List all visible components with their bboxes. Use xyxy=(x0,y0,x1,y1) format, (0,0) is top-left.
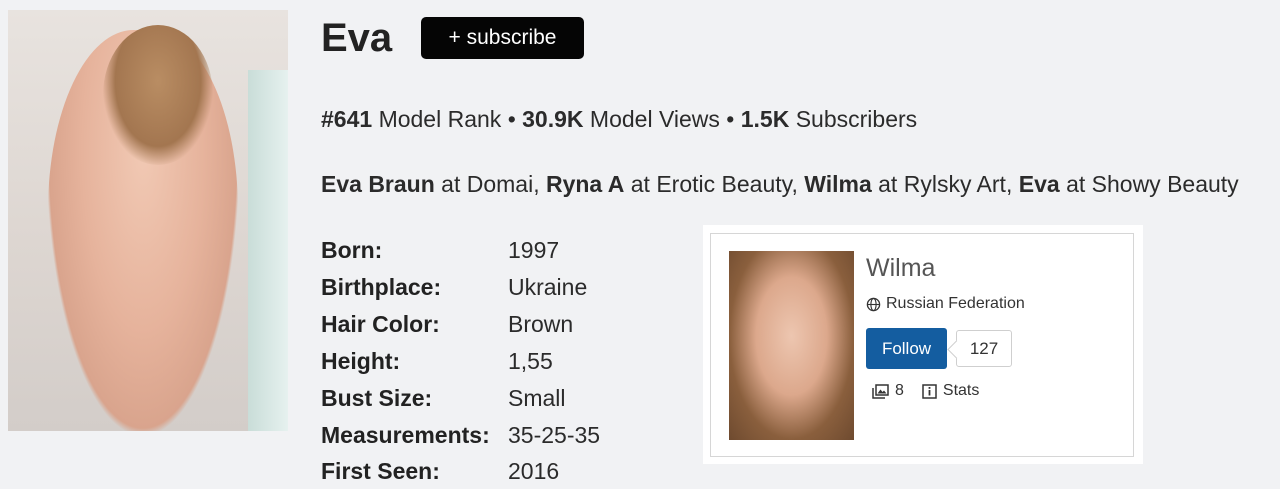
detail-label: First Seen: xyxy=(321,458,440,485)
stats-separator: • xyxy=(726,106,735,132)
subscribers-value: 1.5K xyxy=(740,106,790,132)
detail-row-height: Height: 1,55 xyxy=(321,343,600,380)
alias-card-meta: 8 Stats xyxy=(872,380,997,402)
subscribe-button[interactable]: + subscribe xyxy=(421,17,584,59)
alias-site[interactable]: Erotic Beauty xyxy=(656,171,791,197)
detail-value: Ukraine xyxy=(508,273,588,300)
alias-item: Wilma at Rylsky Art, xyxy=(804,171,1012,197)
stats-link[interactable]: Stats xyxy=(922,380,979,402)
detail-value: 1997 xyxy=(508,237,560,263)
rank-label: Model Rank xyxy=(378,106,502,132)
detail-label: Measurements: xyxy=(321,421,490,448)
globe-icon xyxy=(866,297,881,312)
alias-separator: , xyxy=(791,171,798,197)
model-name: Eva xyxy=(321,16,393,60)
stats-separator: • xyxy=(507,106,516,132)
detail-row-birthplace: Birthplace: Ukraine xyxy=(321,269,600,306)
rank-value: #641 xyxy=(321,106,373,132)
detail-value: Brown xyxy=(508,310,574,337)
alias-item: Eva Braun at Domai, xyxy=(321,171,540,197)
alias-site[interactable]: Rylsky Art xyxy=(904,171,1006,197)
gallery-icon xyxy=(872,383,889,399)
alias-name[interactable]: Ryna A xyxy=(546,171,624,197)
alias-at: at xyxy=(878,171,898,197)
follow-count: 127 xyxy=(947,330,1012,367)
alias-separator: , xyxy=(1005,171,1013,197)
alias-at: at xyxy=(1066,171,1086,197)
galleries-link[interactable]: 8 xyxy=(872,380,904,402)
alias-at: at xyxy=(630,171,650,197)
follow-count-value: 127 xyxy=(969,339,999,358)
model-page: Eva + subscribe #641 Model Rank • 30.9K … xyxy=(0,0,1280,489)
detail-label: Bust Size: xyxy=(321,384,433,411)
galleries-count: 8 xyxy=(895,382,904,399)
detail-row-born: Born: 1997 xyxy=(321,232,600,269)
detail-value: 35-25-35 xyxy=(508,421,601,448)
alias-separator: , xyxy=(533,171,540,197)
views-value: 30.9K xyxy=(522,106,584,132)
model-details: Born: 1997 Birthplace: Ukraine Hair Colo… xyxy=(321,232,600,489)
detail-label: Birthplace: xyxy=(321,273,442,300)
detail-label: Born: xyxy=(321,237,383,263)
subscribers-label: Subscribers xyxy=(795,106,918,132)
detail-label: Hair Color: xyxy=(321,310,440,337)
detail-row-measurements: Measurements: 35-25-35 xyxy=(321,417,600,454)
alias-name[interactable]: Eva xyxy=(1019,171,1060,197)
model-profile-photo[interactable] xyxy=(8,10,288,431)
detail-row-first-seen: First Seen: 2016 xyxy=(321,453,600,489)
detail-label: Height: xyxy=(321,347,401,374)
follow-button[interactable]: Follow xyxy=(866,328,947,369)
model-stats: #641 Model Rank • 30.9K Model Views • 1.… xyxy=(321,104,917,134)
alias-name[interactable]: Eva Braun xyxy=(321,171,435,197)
detail-value: Small xyxy=(508,384,566,411)
alias-card-country: Russian Federation xyxy=(866,293,1025,315)
detail-row-bust-size: Bust Size: Small xyxy=(321,380,600,417)
country-label: Russian Federation xyxy=(886,295,1025,312)
detail-value: 1,55 xyxy=(508,347,553,374)
views-label: Model Views xyxy=(589,106,720,132)
detail-row-hair-color: Hair Color: Brown xyxy=(321,306,600,343)
info-icon xyxy=(922,383,937,399)
alias-item: Eva at Showy Beauty xyxy=(1019,171,1239,197)
alias-item: Ryna A at Erotic Beauty, xyxy=(546,171,798,197)
alias-site[interactable]: Showy Beauty xyxy=(1092,171,1239,197)
photo-hair xyxy=(103,25,213,165)
alias-site[interactable]: Domai xyxy=(467,171,533,197)
alias-card-photo[interactable] xyxy=(729,251,854,440)
alias-name[interactable]: Wilma xyxy=(804,171,872,197)
alias-at: at xyxy=(441,171,461,197)
detail-value: 2016 xyxy=(508,458,560,485)
stats-label: Stats xyxy=(942,382,980,399)
model-aliases: Eva Braun at Domai, Ryna A at Erotic Bea… xyxy=(321,169,1239,199)
alias-card-name[interactable]: Wilma xyxy=(866,252,935,284)
photo-background-window xyxy=(248,70,288,431)
